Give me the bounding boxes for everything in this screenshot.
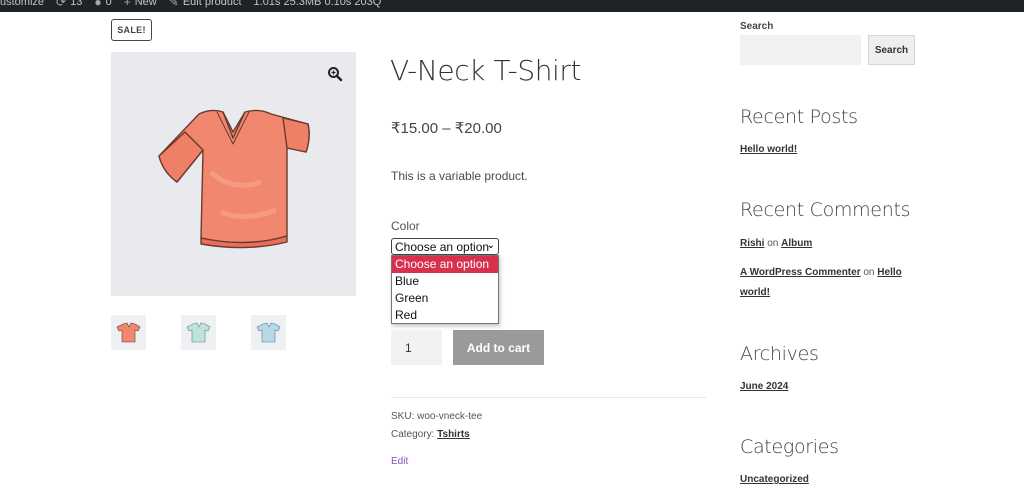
color-option-red[interactable]: Red <box>392 307 498 324</box>
recent-comment-item: Rishi on Album <box>740 234 812 254</box>
updates-count: 13 <box>70 0 83 8</box>
color-label: Color <box>391 219 420 233</box>
color-select-value: Choose an option <box>395 239 490 254</box>
product-short-description: This is a variable product. <box>391 169 528 183</box>
thumbnail-blue[interactable] <box>251 315 286 350</box>
comment-author-link[interactable]: Rishi <box>740 238 764 249</box>
product-price: ₹15.00 – ₹20.00 <box>391 120 502 137</box>
product-category: Category: Tshirts <box>391 429 470 440</box>
plus-icon: + <box>123 0 131 9</box>
quantity-input[interactable] <box>391 330 442 365</box>
search-input[interactable] <box>740 35 861 65</box>
sku-label: SKU: <box>391 411 415 422</box>
gallery-thumbnails <box>111 315 356 351</box>
product-title: V-Neck T-Shirt <box>390 54 582 87</box>
archive-link[interactable]: June 2024 <box>740 381 788 392</box>
refresh-icon: ⟳ <box>56 0 67 9</box>
recent-posts-heading: Recent Posts <box>740 106 858 128</box>
categories-heading: Categories <box>740 436 839 458</box>
t-shirt-illustration <box>158 109 310 249</box>
color-dropdown-list: Choose an option Blue Green Red <box>391 255 499 324</box>
edit-link[interactable]: Edit <box>391 456 408 467</box>
archives-heading: Archives <box>740 343 819 365</box>
zoom-icon[interactable] <box>327 66 343 82</box>
admin-bar-updates[interactable]: ⟳ 13 <box>56 0 82 9</box>
color-select[interactable]: Choose an option ⌄ <box>391 238 499 255</box>
search-label: Search <box>740 21 774 32</box>
search-button[interactable]: Search <box>868 35 915 65</box>
admin-bar-customize-label: ustomize <box>0 0 45 8</box>
thumbnail-green[interactable] <box>181 315 216 350</box>
category-link[interactable]: Tshirts <box>437 429 470 440</box>
admin-bar-customize[interactable]: ustomize <box>0 0 44 8</box>
comment-on-text: on <box>863 267 875 278</box>
query-monitor-stats: 1.01s 25.3MB 0.10s 203Q <box>253 0 382 8</box>
chevron-down-icon: ⌄ <box>486 240 495 251</box>
admin-bar-new-label: New <box>134 0 157 8</box>
admin-bar: ustomize ⟳ 13 ● 0 + New ✎ Edit product 1.01s… <box>0 0 1024 12</box>
color-option-choose[interactable]: Choose an option <box>392 256 498 273</box>
archives-list: June 2024 <box>740 377 788 397</box>
admin-bar-new[interactable]: + New <box>124 0 157 9</box>
admin-bar-query-monitor[interactable]: 1.01s 25.3MB 0.10s 203Q <box>254 0 382 8</box>
admin-bar-edit-product[interactable]: ✎ Edit product <box>169 0 242 9</box>
sku-value: woo-vneck-tee <box>417 411 483 422</box>
category-label: Category: <box>391 429 435 440</box>
comments-count: 0 <box>105 0 112 8</box>
t-shirt-thumbnail-icon <box>186 322 211 343</box>
t-shirt-thumbnail-icon <box>256 322 281 343</box>
comment-icon: ● <box>94 0 102 9</box>
color-option-blue[interactable]: Blue <box>392 273 498 290</box>
categories-list: Uncategorized <box>740 470 809 490</box>
thumbnail-orange[interactable] <box>111 315 146 350</box>
product-main-image[interactable] <box>111 52 356 296</box>
recent-post-link[interactable]: Hello world! <box>740 144 797 155</box>
product-sku: SKU: woo-vneck-tee <box>391 411 482 422</box>
category-sidebar-link[interactable]: Uncategorized <box>740 474 809 485</box>
recent-posts-list: Hello world! <box>740 140 797 160</box>
color-option-green[interactable]: Green <box>392 290 498 307</box>
sale-badge: SALE! <box>111 19 152 41</box>
add-to-cart-button[interactable]: Add to cart <box>453 330 544 365</box>
admin-bar-comments[interactable]: ● 0 <box>94 0 111 9</box>
pencil-icon: ✎ <box>168 0 179 9</box>
comment-on-text: on <box>767 238 779 249</box>
divider <box>391 397 706 398</box>
recent-comment-item: A WordPress Commenter on Hello world! <box>740 263 910 303</box>
comment-author-link[interactable]: A WordPress Commenter <box>740 267 861 278</box>
comment-post-link[interactable]: Album <box>781 238 812 249</box>
admin-bar-edit-label: Edit product <box>182 0 242 8</box>
recent-comments-heading: Recent Comments <box>740 199 911 221</box>
t-shirt-thumbnail-icon <box>116 322 141 343</box>
